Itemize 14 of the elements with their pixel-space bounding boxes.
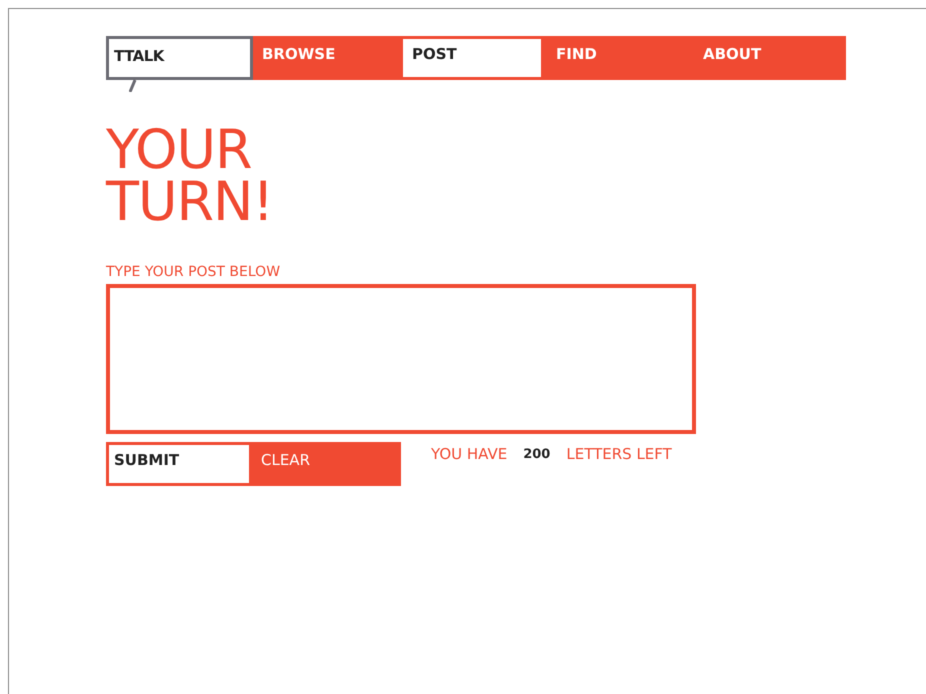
counter-label: LETTERS LEFT [566, 445, 672, 463]
field-label: TYPE YOUR POST BELOW [106, 264, 282, 280]
nav-tab[interactable]: FIND [547, 36, 694, 80]
nav-tab[interactable]: POST [403, 39, 541, 77]
clear-button[interactable]: CLEAR [249, 445, 398, 483]
page-heading: YOUR TURN! [106, 124, 274, 228]
logo[interactable]: TTALK [106, 36, 253, 80]
speech-tail-icon [129, 80, 137, 92]
submit-button[interactable]: SUBMIT [109, 445, 249, 483]
nav-tab[interactable]: ABOUT [694, 36, 841, 80]
post-field[interactable] [106, 284, 696, 434]
counter-label: YOU HAVE [431, 445, 508, 463]
nav-tab[interactable]: BROWSE [253, 36, 400, 80]
letter-count: 200 [523, 447, 550, 463]
